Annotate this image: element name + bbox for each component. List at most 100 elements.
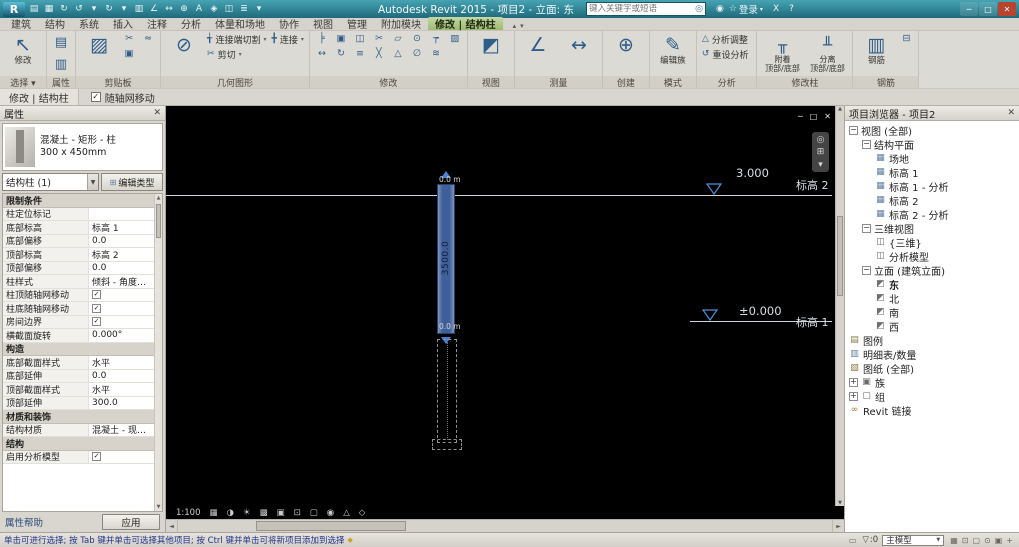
prop-structural-material[interactable]: 结构材质 混凝土 - 现场浇筑混凝土 bbox=[3, 424, 154, 438]
tree-3d-default[interactable]: {三维} bbox=[845, 235, 1019, 249]
ribbon-cycle-icon[interactable]: ▾ bbox=[520, 22, 524, 30]
tree-revit-links[interactable]: Revit 链接 bbox=[845, 403, 1019, 417]
level-2-line[interactable] bbox=[166, 195, 832, 196]
measure-button[interactable]: ∠ bbox=[518, 32, 558, 75]
print-icon[interactable]: ▥ bbox=[132, 2, 146, 16]
type-properties-button[interactable]: ▥ bbox=[50, 54, 72, 75]
tree-plan-level2-analytical[interactable]: 标高 2 - 分析 bbox=[845, 207, 1019, 221]
prop-base-cut-style[interactable]: 底部截面样式 水平 bbox=[3, 356, 154, 370]
ribbon-tab[interactable]: 协作 bbox=[272, 17, 306, 30]
expand-toggle-icon[interactable] bbox=[849, 126, 858, 135]
displacement-sets-icon[interactable]: ◇ bbox=[359, 508, 366, 518]
property-checkbox[interactable] bbox=[92, 317, 101, 326]
view-close-icon[interactable]: ✕ bbox=[824, 112, 831, 121]
close-button[interactable]: ✕ bbox=[998, 2, 1016, 16]
properties-palette-button[interactable]: ▤ bbox=[50, 32, 72, 53]
detach-top-base-button[interactable]: ╨ 分离 顶部/底部 bbox=[805, 32, 849, 75]
rotate-icon[interactable]: ↻ bbox=[332, 47, 350, 61]
paint-icon[interactable]: ▨ bbox=[446, 32, 464, 46]
text-icon[interactable]: A bbox=[192, 2, 206, 16]
aligned-dimension-button[interactable]: ↔ bbox=[559, 32, 599, 75]
ribbon-panel-label[interactable]: 视图 bbox=[468, 76, 514, 88]
view-restore-icon[interactable]: □ bbox=[810, 112, 818, 121]
property-row[interactable]: 结构 bbox=[3, 437, 154, 451]
prop-room-bounding[interactable]: 房间边界 bbox=[3, 316, 154, 330]
offset-icon[interactable]: ≡ bbox=[351, 47, 369, 61]
prop-top-cut-style[interactable]: 顶部截面样式 水平 bbox=[3, 383, 154, 397]
application-menu-button[interactable]: R bbox=[3, 2, 25, 17]
level-2-name[interactable]: 标高 2 bbox=[796, 177, 829, 193]
expand-toggle-icon[interactable] bbox=[862, 224, 871, 233]
ribbon-panel-label[interactable]: 修改柱 bbox=[757, 76, 852, 88]
join-button[interactable]: ╋ 连接 ▾ bbox=[269, 32, 305, 46]
ribbon-panel-label[interactable]: 属性 bbox=[47, 76, 75, 88]
tree-plan-site[interactable]: 场地 bbox=[845, 151, 1019, 165]
view-minimize-icon[interactable]: ─ bbox=[798, 112, 803, 121]
expand-toggle-icon[interactable] bbox=[862, 140, 871, 149]
show-crop-region-icon[interactable]: ⊡ bbox=[294, 508, 301, 518]
level-1-head-icon[interactable] bbox=[702, 309, 718, 321]
reveal-hidden-elements-icon[interactable]: ◉ bbox=[327, 508, 334, 518]
property-row[interactable]: 构造 bbox=[3, 343, 154, 357]
ribbon-tab[interactable]: 体量和场地 bbox=[208, 17, 272, 30]
column-top-offset-label[interactable]: 0.0 m bbox=[439, 175, 461, 184]
tree-legends[interactable]: 图例 bbox=[845, 333, 1019, 347]
ribbon-tab[interactable]: 视图 bbox=[306, 17, 340, 30]
analytical-model-icon[interactable]: △ bbox=[343, 508, 350, 518]
ribbon-panel-label[interactable]: 创建 bbox=[603, 76, 649, 88]
tree-sheets[interactable]: 图纸 (全部) bbox=[845, 361, 1019, 375]
qat-customize-icon[interactable]: ▾ bbox=[252, 2, 266, 16]
prop-top-offset[interactable]: 顶部偏移 0.0 bbox=[3, 262, 154, 276]
crop-view-icon[interactable]: ▣ bbox=[277, 508, 285, 518]
ribbon-tab[interactable]: 管理 bbox=[340, 17, 374, 30]
3d-view-icon[interactable]: ◈ bbox=[207, 2, 221, 16]
array-icon[interactable]: ▱ bbox=[389, 32, 407, 46]
prop-enable-analytical-model[interactable]: 启用分析模型 bbox=[3, 451, 154, 465]
ribbon-panel-label[interactable]: 几何图形 bbox=[161, 76, 309, 88]
tree-plan-level1[interactable]: 标高 1 bbox=[845, 165, 1019, 179]
prop-column-style[interactable]: 柱样式 倾斜 - 角度控制 bbox=[3, 275, 154, 289]
editable-only-icon[interactable]: ▭ bbox=[849, 536, 857, 545]
edit-family-button[interactable]: ✎ 编辑族 bbox=[653, 32, 693, 75]
ribbon-panel-label[interactable]: 钢筋 bbox=[853, 76, 918, 88]
navigation-cube-icon[interactable]: ⊞ bbox=[817, 147, 825, 157]
horizontal-scrollbar[interactable]: ◄ ► bbox=[166, 519, 844, 532]
sync-icon[interactable]: ↻ bbox=[57, 2, 71, 16]
column-height-dimension[interactable]: 3500.0 bbox=[441, 238, 451, 278]
align-icon[interactable]: ╞ bbox=[313, 32, 331, 46]
scroll-right-icon[interactable]: ► bbox=[832, 520, 844, 532]
undo-icon[interactable]: ↺ bbox=[72, 2, 86, 16]
expand-toggle-icon[interactable] bbox=[849, 392, 858, 401]
visual-style-icon[interactable]: ◑ bbox=[227, 508, 234, 518]
ribbon-panel-label[interactable]: 模式 bbox=[650, 76, 696, 88]
ribbon-minimize-icon[interactable]: ▴ bbox=[513, 22, 517, 30]
type-selector[interactable]: 混凝土 - 矩形 - 柱 300 x 450mm bbox=[2, 123, 163, 171]
tree-3d-analytical[interactable]: 分析模型 bbox=[845, 249, 1019, 263]
properties-close-icon[interactable]: ✕ bbox=[153, 108, 161, 118]
attach-top-base-button[interactable]: ╥ 附着 顶部/底部 bbox=[760, 32, 804, 75]
help-icon[interactable]: ? bbox=[789, 4, 794, 14]
tree-elevation-south[interactable]: 南 bbox=[845, 305, 1019, 319]
ribbon-panel-label[interactable]: 选择 ▾ bbox=[0, 76, 46, 88]
ribbon-tab[interactable]: 建筑 bbox=[4, 17, 38, 30]
match-type-icon[interactable]: ≈ bbox=[139, 32, 157, 46]
save-icon[interactable]: ▦ bbox=[42, 2, 56, 16]
redo-icon[interactable]: ↻ bbox=[102, 2, 116, 16]
tree-structural-plans[interactable]: 结构平面 bbox=[845, 137, 1019, 151]
ribbon-tab[interactable]: 修改 | 结构柱 bbox=[428, 17, 503, 30]
thin-lines-icon[interactable]: ≣ bbox=[237, 2, 251, 16]
ribbon-tab[interactable]: 结构 bbox=[38, 17, 72, 30]
split-icon[interactable]: ✂ bbox=[370, 32, 388, 46]
measure-icon[interactable]: ∠ bbox=[147, 2, 161, 16]
section-icon[interactable]: ◫ bbox=[222, 2, 236, 16]
tree-elevation-north[interactable]: 北 bbox=[845, 291, 1019, 305]
prop-base-extension[interactable]: 底部延伸 0.0 bbox=[3, 370, 154, 384]
steering-wheel-icon[interactable]: ◎ bbox=[817, 135, 825, 145]
prop-base-offset[interactable]: 底部偏移 0.0 bbox=[3, 235, 154, 249]
ribbon-tab[interactable]: 系统 bbox=[72, 17, 106, 30]
prop-top-moves-with-grids[interactable]: 柱顶随轴网移动 bbox=[3, 289, 154, 303]
visibility-graphics-button[interactable]: ◩ bbox=[471, 32, 511, 75]
property-row[interactable]: 材质和装饰 bbox=[3, 410, 154, 424]
scroll-left-icon[interactable]: ◄ bbox=[166, 520, 178, 532]
reset-analytical-button[interactable]: ↺ 重设分析 bbox=[700, 47, 754, 61]
